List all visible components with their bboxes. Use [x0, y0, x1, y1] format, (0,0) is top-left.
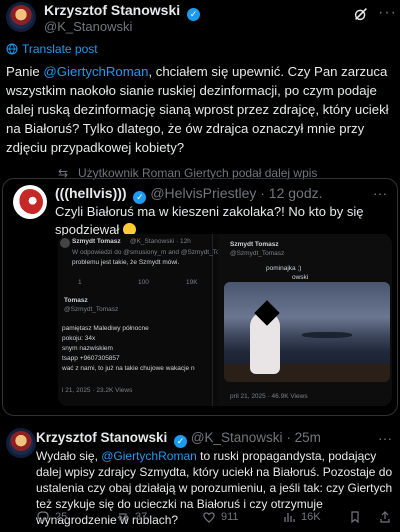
reply-name-line[interactable]: Krzysztof Stanowski ✓ @K_Stanowski · 25m [36, 430, 321, 448]
like-button[interactable]: 911 [202, 510, 239, 524]
shot-left-count: 19K [186, 279, 198, 286]
author-avatar[interactable] [6, 2, 36, 32]
translate-post-link[interactable]: Translate post [6, 42, 98, 56]
beach-photo [224, 282, 390, 382]
reply-author-name[interactable]: Krzysztof Stanowski [36, 430, 167, 445]
reply-icon [37, 511, 49, 524]
shot-left-replyto: W odpowiedzi do @smusiony_m and @Szmydt_… [72, 249, 236, 256]
shot-left-handle: @K_Stanowski · 12h [130, 238, 191, 245]
post-header: Krzysztof Stanowski ✓ @K_Stanowski ··· [0, 0, 400, 40]
shot-left-line: problemu jest takie, że Szmydt mówi. [72, 259, 180, 266]
quoted-time[interactable]: · 12 godz. [260, 185, 322, 201]
share-button[interactable] [378, 510, 392, 524]
reply-text-part: Wydało się, [36, 449, 102, 463]
shot-left-line: snym nazwiskiem [62, 345, 113, 352]
reply-author-handle[interactable]: @K_Stanowski [191, 430, 283, 445]
reply-time[interactable]: · 25m [286, 430, 321, 445]
verified-badge-icon: ✓ [187, 8, 201, 21]
quoted-name-line[interactable]: (((hellvis))) ✓ @HelvisPriestley · 12 go… [55, 185, 323, 204]
shot-left-name: Szmydt Tomasz [72, 238, 121, 245]
more-options-icon[interactable]: ··· [378, 5, 396, 23]
action-bar: 25 37 911 16K [0, 510, 400, 530]
views-button[interactable]: 16K [282, 510, 321, 524]
reply-avatar[interactable] [6, 428, 36, 458]
shot-left-name2: Tomasz [64, 297, 88, 304]
shot-left-line: pamiętasz Malediwy północne [62, 325, 149, 332]
shot-left-line: tsapp +9607305857 [62, 355, 120, 362]
post-text: Panie @GiertychRoman, chciałem się upewn… [6, 62, 398, 157]
reply-count: 25 [55, 511, 68, 523]
shot-right-line: pominajka ;) [266, 265, 302, 272]
author-handle[interactable]: @K_Stanowski [44, 19, 132, 34]
reply-button[interactable]: 25 [36, 510, 67, 524]
repost-icon [117, 513, 129, 521]
shot-right-name: Szmydt Tomasz [230, 241, 279, 248]
share-icon [380, 511, 390, 523]
grok-icon[interactable] [352, 5, 370, 23]
views-icon [284, 513, 295, 522]
tiny-avatar [60, 238, 70, 248]
attached-screenshot-image[interactable]: Szmydt Tomasz @K_Stanowski · 12h W odpow… [58, 234, 392, 406]
translate-label[interactable]: Translate post [22, 42, 98, 56]
globe-icon [6, 43, 18, 55]
quoted-handle[interactable]: @HelvisPriestley [150, 185, 256, 201]
quoted-text-body: Czyli Białoruś ma w kieszeni zakolaka?! … [55, 204, 364, 237]
shot-left-line: wać z nami, to już na takie chujowe waka… [62, 365, 195, 372]
screenshot-left-panel: Szmydt Tomasz @K_Stanowski · 12h W odpow… [58, 234, 235, 406]
reply-more-icon[interactable]: ··· [378, 430, 392, 446]
author-name[interactable]: Krzysztof Stanowski [44, 2, 180, 18]
quoted-display-name[interactable]: (((hellvis))) [55, 185, 127, 201]
post-text-part: Panie [6, 64, 44, 79]
shot-left-count: 1 [78, 279, 82, 286]
heart-icon [203, 512, 215, 523]
verified-badge-icon: ✓ [174, 435, 188, 448]
like-count: 911 [221, 511, 239, 523]
quoted-avatar[interactable] [13, 185, 47, 219]
repost-button[interactable]: 37 [116, 510, 147, 524]
shot-left-line: pokoju: 34x [62, 335, 96, 342]
shot-right-date: pril 21, 2025 · 46.9K Views [230, 393, 308, 400]
bookmark-button[interactable] [348, 510, 362, 524]
shot-left-count: 100 [138, 279, 149, 286]
tweet-thread: Krzysztof Stanowski ✓ @K_Stanowski ··· T… [0, 0, 400, 532]
mention-link[interactable]: @GiertychRoman [43, 64, 148, 79]
shot-left-date: l 21, 2025 · 23.2K Views [62, 387, 133, 394]
quoted-more-icon[interactable]: ··· [373, 185, 387, 201]
mention-link[interactable]: @GiertychRoman [101, 449, 197, 463]
shot-right-line2: owski [292, 274, 309, 281]
bookmark-icon [351, 511, 359, 524]
shot-right-handle: @Szmydt_Tomasz [230, 250, 285, 257]
shot-left-handle2: @Szmydt_Tomasz [64, 306, 119, 313]
repost-count: 37 [135, 511, 148, 523]
views-count: 16K [301, 511, 321, 523]
